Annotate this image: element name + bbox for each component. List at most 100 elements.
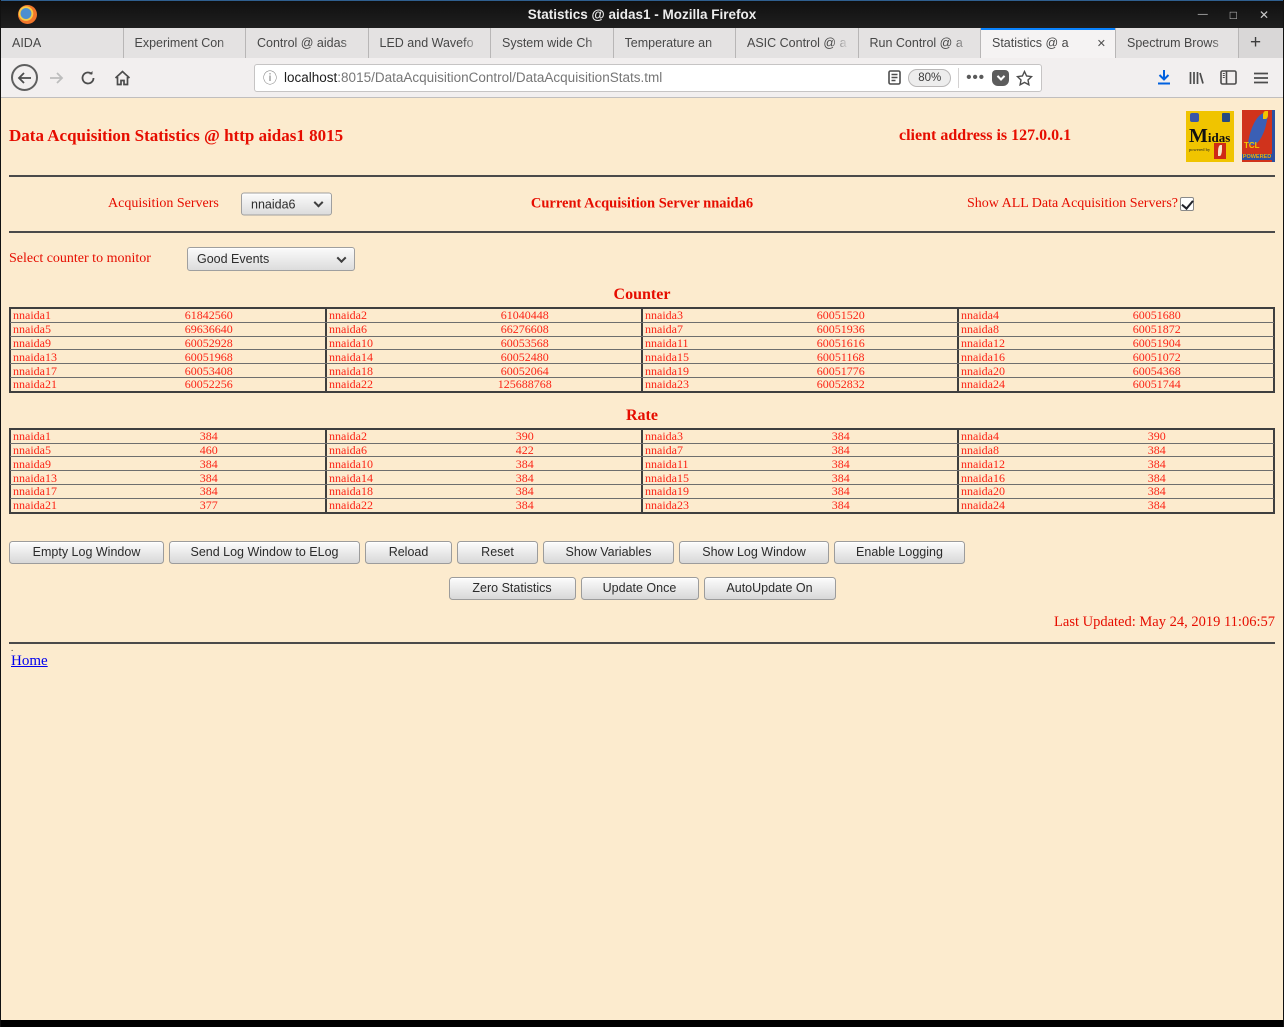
close-button[interactable]: ✕: [1259, 1, 1269, 29]
tab-control-aidas[interactable]: Control @ aidas: [246, 28, 369, 58]
midas-feather-icon: [1214, 143, 1226, 159]
server-value-cell: 384: [92, 429, 325, 443]
home-link[interactable]: Home: [11, 653, 48, 670]
new-tab-button[interactable]: +: [1239, 28, 1273, 58]
tab-asic-control-a[interactable]: ASIC Control @ a: [736, 28, 859, 58]
tab-run-control-a[interactable]: Run Control @ a: [859, 28, 982, 58]
table-row: nnaida2390: [327, 429, 642, 443]
table-row: nnaida15384: [643, 471, 958, 485]
server-value-cell: 384: [92, 457, 325, 471]
server-name-cell: nnaida17: [11, 364, 93, 378]
server-name-cell: nnaida8: [959, 443, 1041, 457]
update-once-button[interactable]: Update Once: [581, 577, 699, 600]
table-row: nnaida1660051072: [959, 350, 1274, 364]
acquisition-servers-label: Acquisition Servers: [108, 196, 219, 212]
server-name-cell: nnaida15: [643, 471, 725, 485]
empty-log-window-button[interactable]: Empty Log Window: [9, 541, 164, 564]
tab-close-icon[interactable]: ✕: [1094, 35, 1109, 52]
zero-statistics-button[interactable]: Zero Statistics: [449, 577, 576, 600]
enable-logging-button[interactable]: Enable Logging: [834, 541, 965, 564]
page-content: Data Acquisition Statistics @ http aidas…: [1, 98, 1283, 1020]
tab-temperature-an[interactable]: Temperature an: [614, 28, 737, 58]
tab-led-and-wavefo[interactable]: LED and Wavefo: [369, 28, 492, 58]
sidebar-icon[interactable]: [1220, 70, 1237, 85]
midas-badge-icon: [1190, 113, 1199, 122]
url-bar[interactable]: ⓘ localhost:8015/DataAcquisitionControl/…: [254, 64, 1042, 92]
server-name-cell: nnaida3: [643, 429, 725, 443]
zoom-level-badge[interactable]: 80%: [908, 69, 951, 87]
table-row: nnaida1384: [11, 429, 326, 443]
tab-aida[interactable]: AIDA: [1, 28, 124, 58]
server-value-cell: 422: [408, 443, 641, 457]
tab-label: Experiment Con: [135, 36, 240, 50]
show-log-window-button[interactable]: Show Log Window: [679, 541, 829, 564]
page-actions-icon[interactable]: •••: [966, 69, 985, 86]
server-name-cell: nnaida9: [11, 336, 93, 350]
server-name-cell: nnaida5: [11, 443, 93, 457]
maximize-button[interactable]: □: [1230, 1, 1237, 29]
download-icon[interactable]: [1156, 69, 1172, 86]
pocket-icon[interactable]: [992, 70, 1009, 86]
tab-system-wide-ch[interactable]: System wide Ch: [491, 28, 614, 58]
show-variables-button[interactable]: Show Variables: [543, 541, 674, 564]
firefox-window: Statistics @ aidas1 - Mozilla Firefox — …: [0, 0, 1284, 1027]
server-value-cell: 60052064: [408, 364, 641, 378]
home-icon[interactable]: [108, 70, 136, 86]
server-name-cell: nnaida10: [327, 336, 409, 350]
server-value-cell: 384: [408, 498, 641, 512]
table-row: nnaida261040448: [327, 309, 642, 323]
tab-spectrum-brows[interactable]: Spectrum Brows: [1116, 28, 1239, 58]
current-server-text: Current Acquisition Server nnaida6: [531, 196, 753, 213]
table-row: nnaida10384: [327, 457, 642, 471]
table-row: nnaida14384: [327, 471, 642, 485]
bookmark-star-icon[interactable]: [1016, 70, 1033, 86]
server-name-cell: nnaida3: [643, 309, 725, 323]
server-value-cell: 60051520: [724, 309, 957, 323]
rate-heading: Rate: [1, 407, 1283, 425]
client-address: client address is 127.0.0.1: [899, 127, 1071, 145]
autoupdate-on-button[interactable]: AutoUpdate On: [704, 577, 836, 600]
table-row: nnaida860051872: [959, 322, 1274, 336]
server-value-cell: 384: [724, 484, 957, 498]
dot-text: .: [11, 644, 1283, 652]
table-row: nnaida1260051904: [959, 336, 1274, 350]
library-icon[interactable]: [1188, 70, 1204, 86]
send-log-window-to-elog-button[interactable]: Send Log Window to ELog: [169, 541, 360, 564]
show-all-servers-label: Show ALL Data Acquisition Servers?: [967, 196, 1178, 212]
minimize-button[interactable]: —: [1198, 1, 1208, 29]
rate-table-column: nnaida2390nnaida6422nnaida10384nnaida143…: [326, 429, 642, 513]
server-value-cell: 60051168: [724, 350, 957, 364]
acquisition-server-select[interactable]: nnaida6: [241, 193, 332, 216]
show-all-servers-checkbox[interactable]: [1180, 197, 1194, 211]
reload-icon[interactable]: [74, 70, 102, 86]
table-row: nnaida22125688768: [327, 377, 642, 391]
site-info-icon[interactable]: ⓘ: [263, 68, 277, 88]
server-value-cell: 60052480: [408, 350, 641, 364]
last-updated-text: Last Updated: May 24, 2019 11:06:57: [1, 614, 1275, 631]
server-name-cell: nnaida7: [643, 322, 725, 336]
server-value-cell: 60052256: [92, 377, 325, 391]
server-name-cell: nnaida24: [959, 498, 1041, 512]
back-icon[interactable]: [11, 64, 38, 91]
server-value-cell: 69636640: [92, 322, 325, 336]
server-name-cell: nnaida13: [11, 350, 93, 364]
reader-mode-icon[interactable]: [888, 70, 901, 85]
counter-monitor-select[interactable]: Good Events: [187, 247, 355, 271]
tab-label: Statistics @ a: [992, 36, 1092, 50]
tab-experiment-con[interactable]: Experiment Con: [124, 28, 247, 58]
tab-label: LED and Wavefo: [380, 36, 485, 50]
table-row: nnaida2360052832: [643, 377, 958, 391]
reload-button[interactable]: Reload: [365, 541, 452, 564]
server-value-cell: 60051680: [1040, 309, 1273, 323]
midas-logo: Midas powered by: [1186, 111, 1234, 162]
server-value-cell: 66276608: [408, 322, 641, 336]
server-value-cell: 60051936: [724, 322, 957, 336]
menu-hamburger-icon[interactable]: [1253, 71, 1269, 85]
server-value-cell: 384: [1040, 457, 1273, 471]
url-host: localhost: [284, 70, 337, 85]
tab-statistics-a[interactable]: Statistics @ a✕: [981, 28, 1116, 58]
desktop-strip: [1, 1020, 1283, 1027]
server-name-cell: nnaida19: [643, 364, 725, 378]
url-text: localhost:8015/DataAcquisitionControl/Da…: [284, 70, 881, 85]
reset-button[interactable]: Reset: [457, 541, 538, 564]
